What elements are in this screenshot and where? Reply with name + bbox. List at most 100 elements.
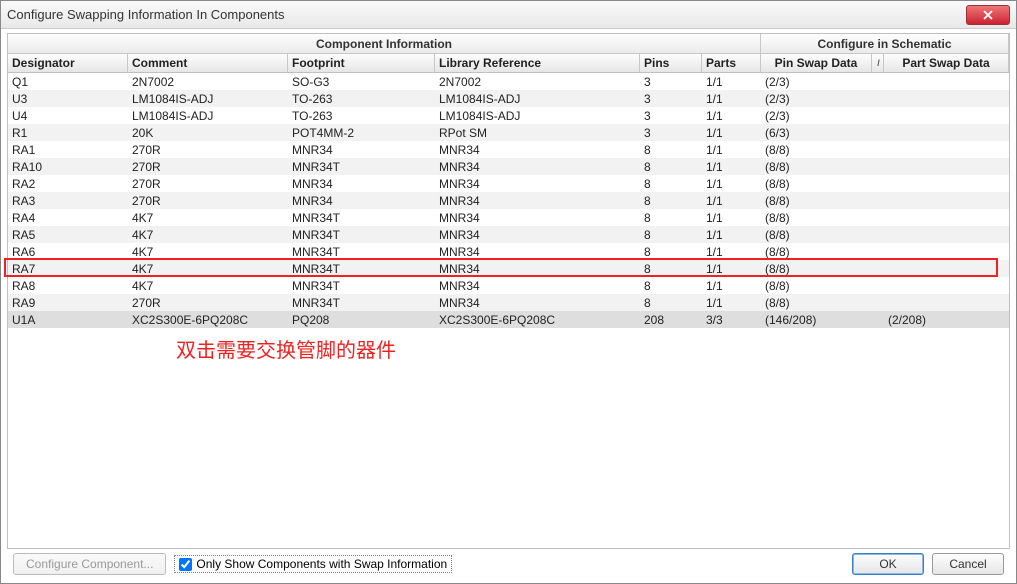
cell-foot: TO-263	[288, 109, 435, 123]
cell-lib: MNR34	[435, 143, 640, 157]
table-row[interactable]: U1AXC2S300E-6PQ208CPQ208XC2S300E-6PQ208C…	[8, 311, 1009, 328]
cell-pins: 3	[640, 75, 702, 89]
column-header-row: Designator Comment Footprint Library Ref…	[8, 54, 1009, 73]
cell-parts: 1/1	[702, 279, 761, 293]
cell-lib: MNR34	[435, 228, 640, 242]
table-row[interactable]: RA44K7MNR34TMNR3481/1(8/8)	[8, 209, 1009, 226]
cell-lib: MNR34	[435, 160, 640, 174]
cell-foot: MNR34T	[288, 245, 435, 259]
ok-button[interactable]: OK	[852, 553, 924, 575]
cell-foot: MNR34	[288, 194, 435, 208]
col-pins[interactable]: Pins	[640, 54, 702, 72]
cell-parts: 1/1	[702, 194, 761, 208]
cell-des: R1	[8, 126, 128, 140]
cell-parts: 1/1	[702, 228, 761, 242]
cell-pin: (2/3)	[761, 92, 872, 106]
cell-pin: (8/8)	[761, 194, 872, 208]
cell-parts: 1/1	[702, 177, 761, 191]
cell-parts: 1/1	[702, 262, 761, 276]
cell-lib: MNR34	[435, 177, 640, 191]
cell-pin: (2/3)	[761, 109, 872, 123]
cell-foot: POT4MM-2	[288, 126, 435, 140]
cell-lib: MNR34	[435, 279, 640, 293]
cell-foot: MNR34	[288, 177, 435, 191]
cell-des: RA6	[8, 245, 128, 259]
cell-parts: 1/1	[702, 296, 761, 310]
titlebar: Configure Swapping Information In Compon…	[1, 1, 1016, 29]
cell-des: RA2	[8, 177, 128, 191]
cell-des: RA5	[8, 228, 128, 242]
cell-parts: 1/1	[702, 143, 761, 157]
table-row[interactable]: RA10270RMNR34TMNR3481/1(8/8)	[8, 158, 1009, 175]
cell-foot: SO-G3	[288, 75, 435, 89]
table-row[interactable]: RA2270RMNR34MNR3481/1(8/8)	[8, 175, 1009, 192]
cell-com: 4K7	[128, 228, 288, 242]
cell-lib: MNR34	[435, 296, 640, 310]
cell-pin: (8/8)	[761, 296, 872, 310]
col-comment[interactable]: Comment	[128, 54, 288, 72]
cell-parts: 1/1	[702, 245, 761, 259]
cell-parts: 1/1	[702, 160, 761, 174]
cell-pin: (2/3)	[761, 75, 872, 89]
cell-com: 270R	[128, 194, 288, 208]
cell-pins: 8	[640, 160, 702, 174]
cell-com: LM1084IS-ADJ	[128, 92, 288, 106]
col-footprint[interactable]: Footprint	[288, 54, 435, 72]
cell-pin: (8/8)	[761, 160, 872, 174]
cell-parts: 1/1	[702, 109, 761, 123]
cell-pins: 3	[640, 126, 702, 140]
cell-com: 270R	[128, 296, 288, 310]
col-parts[interactable]: Parts	[702, 54, 761, 72]
table-row[interactable]: RA74K7MNR34TMNR3481/1(8/8)	[8, 260, 1009, 277]
group-header-component[interactable]: Component Information	[8, 34, 761, 53]
close-button[interactable]	[966, 5, 1010, 25]
col-designator[interactable]: Designator	[8, 54, 128, 72]
cell-com: XC2S300E-6PQ208C	[128, 313, 288, 327]
cell-pins: 8	[640, 279, 702, 293]
col-library[interactable]: Library Reference	[435, 54, 640, 72]
cell-des: U1A	[8, 313, 128, 327]
cell-pin: (8/8)	[761, 228, 872, 242]
table-row[interactable]: RA1270RMNR34MNR3481/1(8/8)	[8, 141, 1009, 158]
cell-parts: 1/1	[702, 75, 761, 89]
table-row[interactable]: RA54K7MNR34TMNR3481/1(8/8)	[8, 226, 1009, 243]
cell-pins: 208	[640, 313, 702, 327]
footer: Configure Component... Only Show Compone…	[7, 549, 1010, 579]
cell-pin: (8/8)	[761, 245, 872, 259]
col-sort-indicator[interactable]: /	[872, 54, 884, 72]
table-row[interactable]: RA84K7MNR34TMNR3481/1(8/8)	[8, 277, 1009, 294]
only-show-checkbox[interactable]	[179, 558, 192, 571]
cell-part: (2/208)	[884, 313, 1009, 327]
only-show-checkbox-wrap[interactable]: Only Show Components with Swap Informati…	[174, 555, 452, 573]
cell-foot: MNR34T	[288, 262, 435, 276]
cell-pins: 8	[640, 296, 702, 310]
cell-des: RA1	[8, 143, 128, 157]
cell-lib: XC2S300E-6PQ208C	[435, 313, 640, 327]
table-row[interactable]: RA9270RMNR34TMNR3481/1(8/8)	[8, 294, 1009, 311]
cell-des: U4	[8, 109, 128, 123]
cell-pins: 8	[640, 262, 702, 276]
table-body[interactable]: Q12N7002SO-G32N700231/1(2/3)U3LM1084IS-A…	[8, 73, 1009, 548]
cell-pin: (8/8)	[761, 177, 872, 191]
cell-lib: LM1084IS-ADJ	[435, 92, 640, 106]
only-show-label: Only Show Components with Swap Informati…	[196, 557, 447, 571]
col-partswap[interactable]: Part Swap Data	[884, 54, 1009, 72]
content-area: Component Information Configure in Schem…	[1, 29, 1016, 583]
cell-foot: MNR34T	[288, 160, 435, 174]
cell-foot: MNR34T	[288, 211, 435, 225]
cell-pin: (8/8)	[761, 279, 872, 293]
cell-lib: RPot SM	[435, 126, 640, 140]
col-pinswap[interactable]: Pin Swap Data	[761, 54, 872, 72]
table-row[interactable]: RA64K7MNR34TMNR3481/1(8/8)	[8, 243, 1009, 260]
cell-foot: MNR34T	[288, 279, 435, 293]
group-header-row: Component Information Configure in Schem…	[8, 34, 1009, 54]
table-row[interactable]: RA3270RMNR34MNR3481/1(8/8)	[8, 192, 1009, 209]
table-row[interactable]: U3LM1084IS-ADJTO-263LM1084IS-ADJ31/1(2/3…	[8, 90, 1009, 107]
group-header-schematic[interactable]: Configure in Schematic	[761, 34, 1009, 53]
table-row[interactable]: Q12N7002SO-G32N700231/1(2/3)	[8, 73, 1009, 90]
table-row[interactable]: R120KPOT4MM-2RPot SM31/1(6/3)	[8, 124, 1009, 141]
cancel-button[interactable]: Cancel	[932, 553, 1004, 575]
window-title: Configure Swapping Information In Compon…	[7, 7, 966, 22]
table-row[interactable]: U4LM1084IS-ADJTO-263LM1084IS-ADJ31/1(2/3…	[8, 107, 1009, 124]
cell-des: RA10	[8, 160, 128, 174]
